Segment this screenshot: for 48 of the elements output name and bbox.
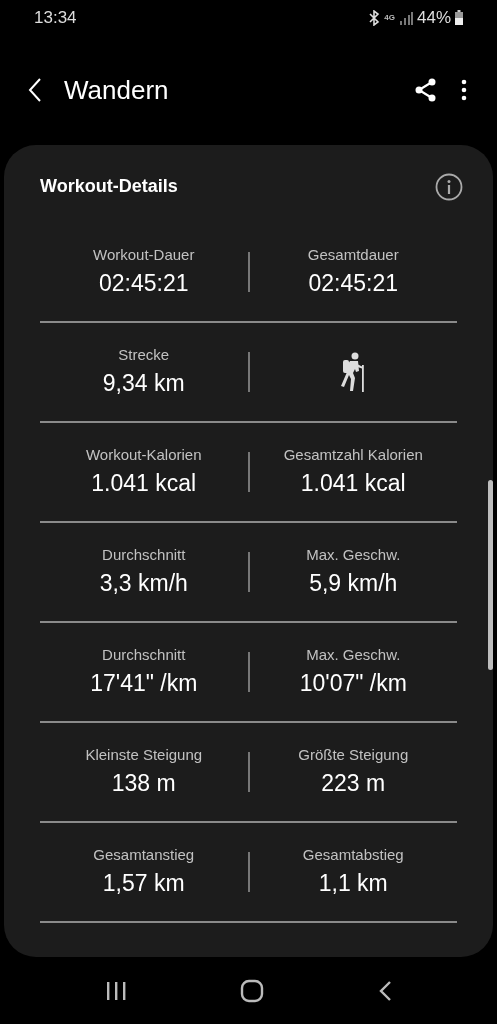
stat-label: Workout-Kalorien (85, 444, 202, 465)
stat-label: Durchschnitt (102, 644, 186, 665)
back-button[interactable] (28, 77, 42, 103)
more-icon (461, 79, 467, 101)
recent-apps-icon (104, 980, 127, 1001)
info-button[interactable] (435, 173, 463, 201)
clock: 13:34 (34, 6, 77, 29)
share-button[interactable] (415, 78, 437, 102)
stat-value: 5,9 km/h (309, 569, 398, 598)
stat-value: 1,1 km (318, 869, 388, 898)
share-icon (415, 78, 437, 102)
bluetooth-icon (368, 9, 381, 26)
info-icon (435, 173, 463, 201)
stat-label: Größte Steigung (298, 744, 409, 765)
home-button[interactable] (240, 978, 265, 1003)
more-options-button[interactable] (461, 79, 467, 101)
back-icon (28, 77, 42, 103)
stat-value: 02:45:21 (99, 269, 189, 298)
battery-percent: 44% (416, 6, 451, 29)
stat-label: Gesamtdauer (307, 244, 399, 265)
stat-label: Workout-Dauer (93, 244, 195, 265)
stat-value: 02:45:21 (308, 269, 398, 298)
stat-value: 17'41" /km (90, 669, 198, 698)
stat-label: Durchschnitt (102, 544, 186, 565)
back-nav-button[interactable] (378, 979, 393, 1002)
back-icon (378, 979, 393, 1002)
stat-label: Max. Geschw. (306, 544, 401, 565)
page-title: Wandern (64, 73, 169, 107)
stat-label: Max. Geschw. (306, 644, 401, 665)
stat-label: Kleinste Steigung (85, 744, 203, 765)
stat-label: Gesamtanstieg (93, 844, 195, 865)
stat-label: Gesamtabstieg (302, 844, 404, 865)
signal-icon (398, 10, 413, 25)
stat-label: Gesamtzahl Kalorien (283, 444, 423, 465)
recent-apps-button[interactable] (104, 980, 127, 1001)
stat-value: 3,3 km/h (99, 569, 188, 598)
stat-value: 1.041 kcal (300, 469, 406, 498)
battery-icon (455, 10, 463, 25)
stat-value: 223 m (321, 769, 386, 798)
stat-value: 10'07" /km (299, 669, 407, 698)
card-title: Workout-Details (40, 175, 178, 198)
stat-value: 1.041 kcal (91, 469, 197, 498)
home-icon (240, 978, 265, 1003)
stat-value: 9,34 km (102, 369, 185, 398)
stat-value: 138 m (111, 769, 176, 798)
stat-value: 1,57 km (102, 869, 185, 898)
network-label: 4G (384, 11, 395, 24)
stat-label: Strecke (118, 344, 170, 365)
